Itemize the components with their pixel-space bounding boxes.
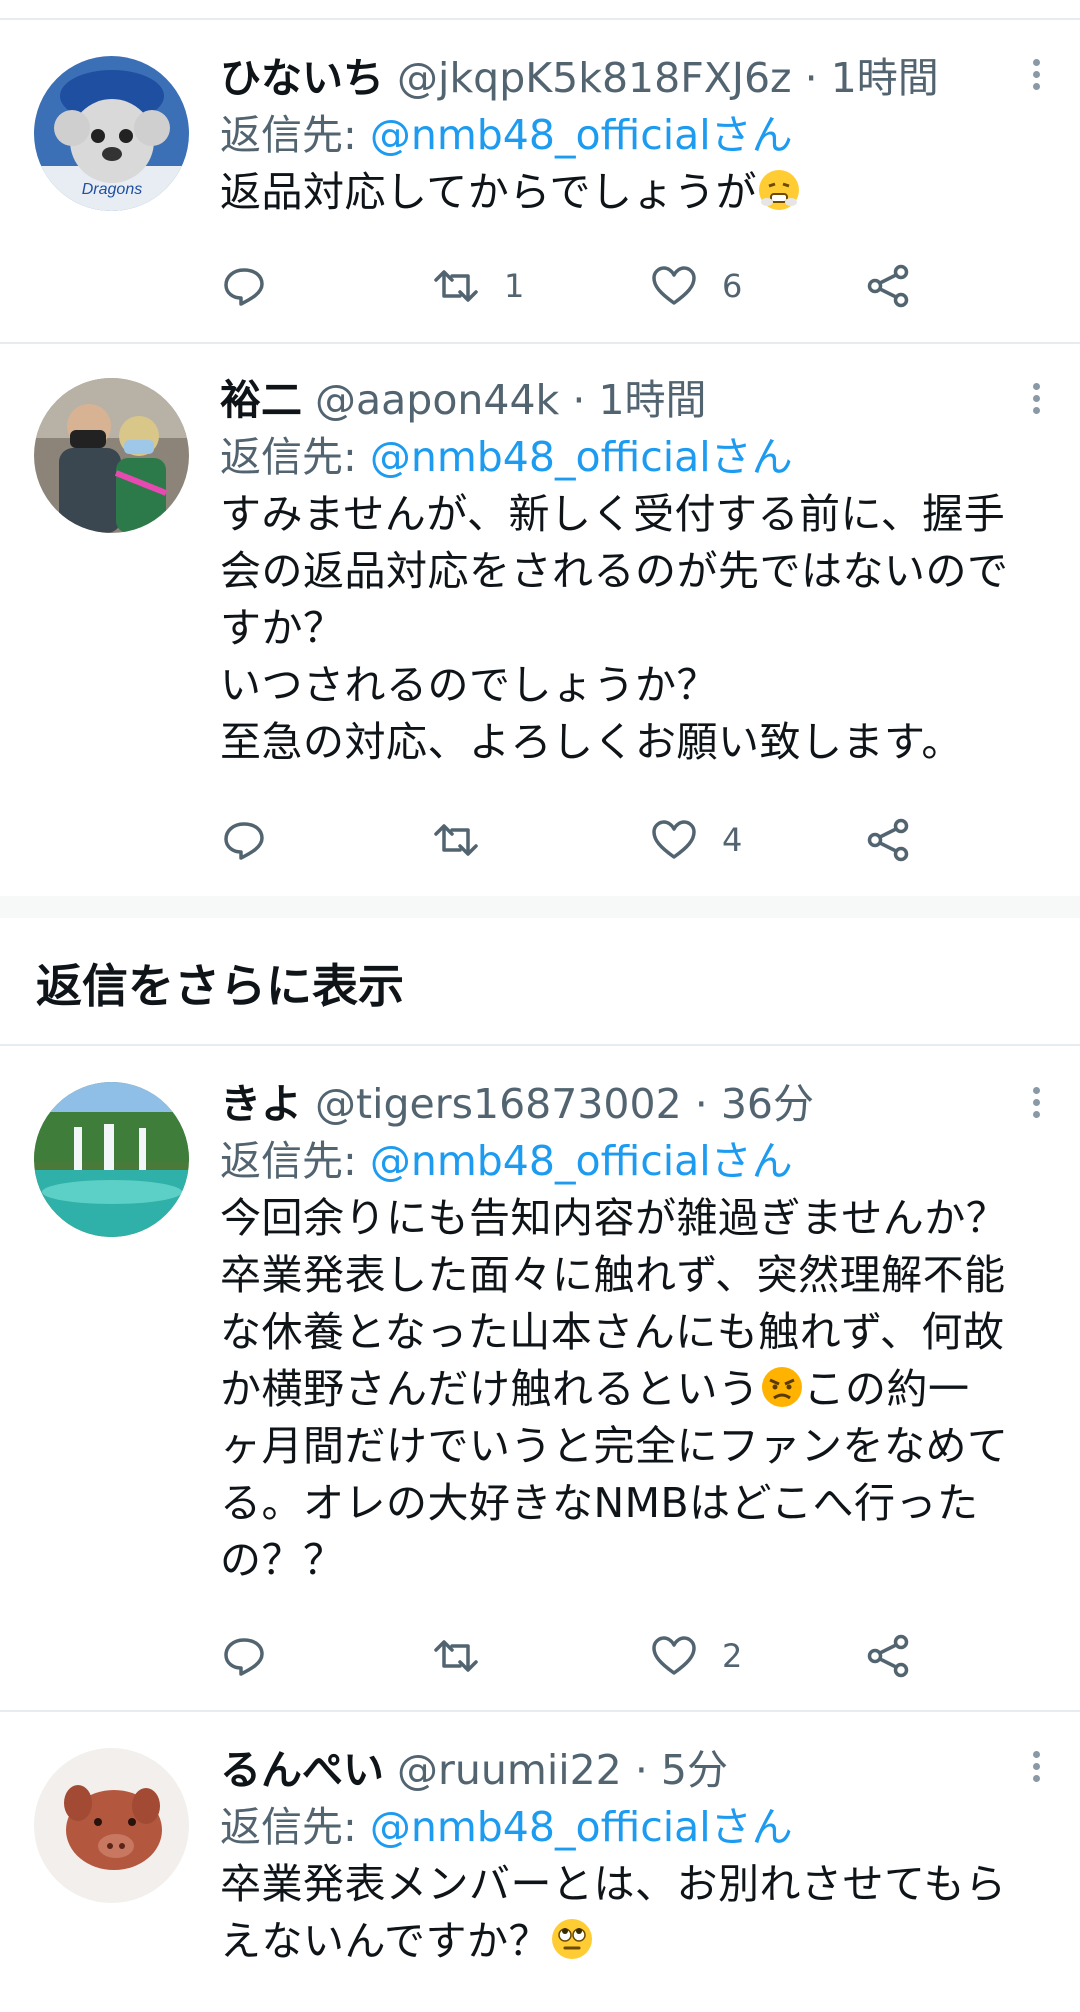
tweet-header: 裕二 @aapon44k · 1時間 bbox=[220, 372, 1040, 428]
timestamp[interactable]: 1時間 bbox=[831, 54, 939, 102]
tweet-actions: 1 6 bbox=[220, 256, 940, 316]
tweet-actions: 4 bbox=[220, 810, 940, 870]
retweet-icon bbox=[434, 824, 478, 856]
separator: · bbox=[694, 1080, 708, 1128]
reply-mention-link[interactable]: @nmb48_officialさん bbox=[370, 433, 793, 481]
like-count: 4 bbox=[722, 821, 743, 859]
reply-icon bbox=[224, 822, 264, 860]
tweet-text: 返品対応してからでしょうが bbox=[220, 164, 1040, 221]
separator: · bbox=[572, 376, 586, 424]
share-button[interactable] bbox=[865, 1626, 913, 1686]
more-options-button[interactable] bbox=[1024, 1746, 1048, 1790]
share-button[interactable] bbox=[865, 810, 913, 870]
timestamp[interactable]: 1時間 bbox=[598, 376, 706, 424]
retweet-icon bbox=[434, 1640, 478, 1672]
reply-to-label: 返信先: bbox=[220, 1803, 370, 1851]
show-more-replies-label: 返信をさらに表示 bbox=[36, 959, 404, 1013]
retweet-button[interactable]: 1 bbox=[432, 256, 524, 316]
retweet-button[interactable] bbox=[432, 1626, 504, 1686]
reply-to: 返信先: @nmb48_officialさん bbox=[220, 1798, 1040, 1856]
avatar[interactable] bbox=[34, 378, 189, 533]
user-handle[interactable]: @ruumii22 bbox=[397, 1746, 622, 1794]
tweet[interactable]: るんぺい @ruumii22 · 5分 返信先: @nmb48_official… bbox=[0, 1712, 1080, 2012]
more-options-button[interactable] bbox=[1024, 54, 1048, 98]
angry-face-emoji bbox=[761, 1367, 802, 1407]
reply-mention-link[interactable]: @nmb48_officialさん bbox=[370, 1137, 793, 1185]
separator: · bbox=[804, 54, 818, 102]
reply-button[interactable] bbox=[220, 1626, 292, 1686]
reply-to-label: 返信先: bbox=[220, 111, 370, 159]
tweet-text-content: 返品対応してからでしょうが bbox=[220, 168, 758, 216]
separator: · bbox=[634, 1746, 648, 1794]
face-with-rolling-eyes-emoji bbox=[551, 1919, 592, 1959]
display-name[interactable]: ひないち bbox=[220, 54, 384, 102]
tweet-header: ひないち @jkqpK5k818FXJ6z · 1時間 bbox=[220, 50, 1040, 106]
tweet-text: すみませんが、新しく受付する前に、握手 会の返品対応をされるのが先ではないので … bbox=[220, 490, 1009, 766]
tweet-text: 今回余りにも告知内容が雑過ぎませんか？ 卒業発表した面々に触れず、突然理解不能 … bbox=[220, 1190, 1040, 1589]
like-button[interactable]: 6 bbox=[650, 256, 742, 316]
tweet-header: るんぺい @ruumii22 · 5分 bbox=[220, 1742, 1040, 1798]
share-icon bbox=[867, 264, 909, 308]
user-handle[interactable]: @jkqpK5k818FXJ6z bbox=[397, 54, 792, 102]
reply-button[interactable] bbox=[220, 810, 292, 870]
more-options-button[interactable] bbox=[1024, 1082, 1048, 1126]
like-count: 6 bbox=[722, 267, 743, 305]
heart-icon bbox=[652, 820, 696, 859]
reply-button[interactable] bbox=[220, 256, 292, 316]
reply-to: 返信先: @nmb48_officialさん bbox=[220, 1132, 1040, 1190]
reply-to: 返信先: @nmb48_officialさん bbox=[220, 428, 1040, 486]
timestamp[interactable]: 5分 bbox=[661, 1746, 728, 1794]
retweet-button[interactable] bbox=[432, 810, 504, 870]
reply-icon bbox=[224, 268, 264, 306]
share-icon bbox=[867, 1634, 909, 1678]
section-gap bbox=[0, 896, 1080, 918]
retweet-icon bbox=[434, 270, 478, 302]
retweet-count: 1 bbox=[504, 267, 525, 305]
heart-icon bbox=[652, 266, 696, 305]
steam-from-nose-emoji bbox=[759, 170, 800, 210]
display-name[interactable]: 裕二 bbox=[220, 376, 302, 424]
reply-mention-link[interactable]: @nmb48_officialさん bbox=[370, 1803, 793, 1851]
tweet-header: きよ @tigers16873002 · 36分 bbox=[220, 1076, 1040, 1132]
like-count: 2 bbox=[722, 1637, 743, 1675]
share-button[interactable] bbox=[865, 256, 913, 316]
avatar[interactable] bbox=[34, 1748, 189, 1903]
tweet-text: 卒業発表メンバーとは、お別れさせてもら えないんですか？ bbox=[220, 1856, 1040, 1970]
user-handle[interactable]: @tigers16873002 bbox=[315, 1080, 682, 1128]
reply-to: 返信先: @nmb48_officialさん bbox=[220, 106, 1040, 164]
user-handle[interactable]: @aapon44k bbox=[315, 376, 559, 424]
tweet[interactable]: Dragons ひないち @jkqpK5k818FXJ6z · 1時間 返信先:… bbox=[0, 20, 1080, 344]
share-icon bbox=[867, 818, 909, 862]
timestamp[interactable]: 36分 bbox=[721, 1080, 814, 1128]
like-button[interactable]: 2 bbox=[650, 1626, 742, 1686]
tweet-text-content: 卒業発表メンバーとは、お別れさせてもら えないんですか？ bbox=[220, 1860, 1007, 1965]
like-button[interactable]: 4 bbox=[650, 810, 742, 870]
show-more-replies-button[interactable]: 返信をさらに表示 bbox=[0, 918, 1080, 1046]
avatar[interactable] bbox=[34, 1082, 189, 1237]
tweet[interactable]: 裕二 @aapon44k · 1時間 返信先: @nmb48_officialさ… bbox=[0, 344, 1080, 896]
more-options-button[interactable] bbox=[1024, 378, 1048, 422]
svg-text:Dragons: Dragons bbox=[82, 181, 142, 198]
reply-mention-link[interactable]: @nmb48_officialさん bbox=[370, 111, 793, 159]
reply-to-label: 返信先: bbox=[220, 433, 370, 481]
heart-icon bbox=[652, 1636, 696, 1675]
reply-icon bbox=[224, 1638, 264, 1676]
tweet-actions: 2 bbox=[220, 1626, 940, 1686]
reply-to-label: 返信先: bbox=[220, 1137, 370, 1185]
display-name[interactable]: きよ bbox=[220, 1080, 302, 1128]
avatar[interactable]: Dragons bbox=[34, 56, 189, 211]
tweet[interactable]: きよ @tigers16873002 · 36分 返信先: @nmb48_off… bbox=[0, 1048, 1080, 1712]
display-name[interactable]: るんぺい bbox=[220, 1746, 384, 1794]
